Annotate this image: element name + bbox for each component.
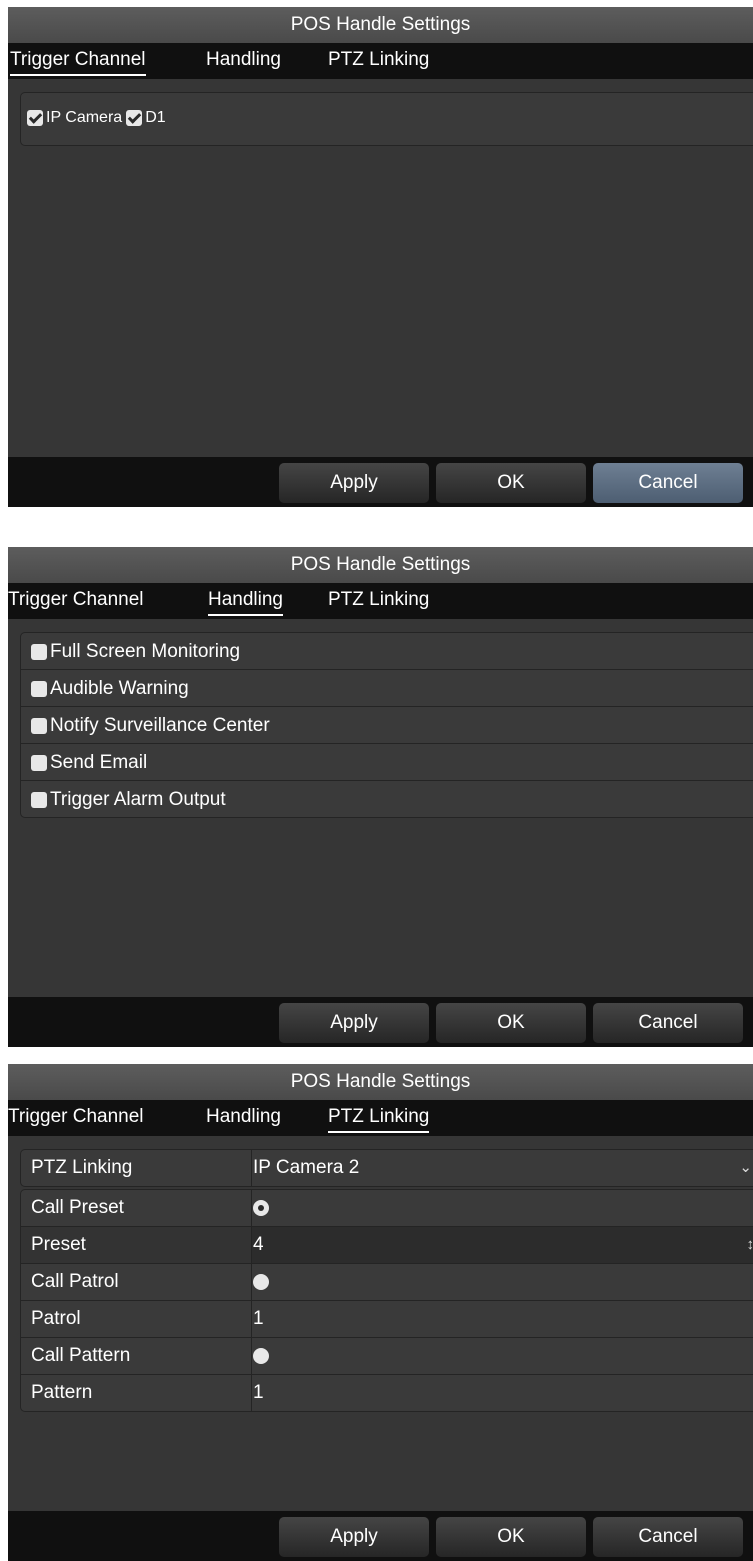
tab-bar: Trigger Channel Handling PTZ Linking bbox=[8, 583, 753, 619]
channel-list: IP Camera D1 bbox=[20, 92, 753, 146]
window-title: POS Handle Settings bbox=[8, 7, 753, 43]
call-preset-radio[interactable] bbox=[253, 1199, 269, 1216]
checkbox-audible-warning[interactable] bbox=[31, 681, 47, 697]
tab-ptz-linking[interactable]: PTZ Linking bbox=[328, 589, 429, 614]
checkbox-send-email[interactable] bbox=[31, 755, 47, 771]
spinner-arrows-icon[interactable]: ↕ bbox=[747, 1227, 753, 1263]
checkbox-trigger-alarm-output[interactable] bbox=[31, 792, 47, 808]
option-label: Send Email bbox=[50, 752, 148, 773]
field-label: Call Pattern bbox=[21, 1338, 252, 1374]
button-bar: Apply OK Cancel bbox=[8, 997, 753, 1047]
list-item: Full Screen Monitoring bbox=[21, 633, 753, 670]
table-row: Preset 4 ↕ bbox=[21, 1227, 753, 1264]
tab-bar: Trigger Channel Handling PTZ Linking bbox=[8, 1100, 753, 1136]
window-title: POS Handle Settings bbox=[8, 1064, 753, 1100]
tab-ptz-linking[interactable]: PTZ Linking bbox=[328, 49, 429, 74]
checkbox-full-screen-monitoring[interactable] bbox=[31, 644, 47, 660]
channel-checkbox-row: IP Camera D1 bbox=[27, 109, 170, 127]
ok-button[interactable]: OK bbox=[436, 1517, 586, 1557]
ok-button[interactable]: OK bbox=[436, 1003, 586, 1043]
apply-button[interactable]: Apply bbox=[279, 1517, 429, 1557]
call-pattern-radio[interactable] bbox=[253, 1347, 269, 1364]
field-value bbox=[253, 1338, 753, 1374]
cancel-button[interactable]: Cancel bbox=[593, 463, 743, 503]
field-label: PTZ Linking bbox=[21, 1150, 252, 1186]
checkbox-label: IP Camera bbox=[46, 109, 123, 126]
option-row: Full Screen Monitoring bbox=[31, 641, 244, 663]
pos-settings-panel-ptz-linking: POS Handle Settings Trigger Channel Hand… bbox=[8, 1064, 753, 1561]
option-row: Send Email bbox=[31, 752, 151, 774]
checkbox-d1[interactable] bbox=[126, 110, 143, 126]
list-item: Trigger Alarm Output bbox=[21, 781, 753, 817]
option-label: Audible Warning bbox=[50, 678, 189, 699]
table-row: Call Pattern bbox=[21, 1338, 753, 1375]
preset-spinner[interactable]: 4 ↕ bbox=[253, 1227, 753, 1263]
table-row: Patrol 1 bbox=[21, 1301, 753, 1338]
field-label: Patrol bbox=[21, 1301, 252, 1337]
apply-button[interactable]: Apply bbox=[279, 463, 429, 503]
option-row: Trigger Alarm Output bbox=[31, 789, 230, 811]
table-row: Pattern 1 bbox=[21, 1375, 753, 1411]
spinner-value: 4 bbox=[253, 1234, 264, 1255]
checkbox-notify-surveillance-center[interactable] bbox=[31, 718, 47, 734]
field-label: Pattern bbox=[21, 1375, 252, 1411]
checkbox-ip-camera[interactable] bbox=[27, 110, 43, 126]
tab-handling[interactable]: Handling bbox=[206, 49, 281, 74]
handling-options-list: Full Screen Monitoring Audible Warning N… bbox=[20, 632, 753, 818]
button-bar: Apply OK Cancel bbox=[8, 1511, 753, 1561]
option-label: Trigger Alarm Output bbox=[50, 789, 226, 810]
option-row: Notify Surveillance Center bbox=[31, 715, 274, 737]
option-row: Audible Warning bbox=[31, 678, 193, 700]
pos-settings-panel-trigger-channel: POS Handle Settings Trigger Channel Hand… bbox=[8, 7, 753, 507]
tab-handling[interactable]: Handling bbox=[206, 1106, 281, 1131]
field-value bbox=[253, 1264, 753, 1300]
table-row: Call Patrol bbox=[21, 1264, 753, 1301]
button-bar: Apply OK Cancel bbox=[8, 457, 753, 507]
table-row: Call Preset bbox=[21, 1190, 753, 1227]
tab-ptz-linking[interactable]: PTZ Linking bbox=[328, 1106, 430, 1133]
ptz-camera-select[interactable]: IP Camera 2 ⌄ bbox=[253, 1150, 753, 1186]
window-title: POS Handle Settings bbox=[8, 547, 753, 583]
cancel-button[interactable]: Cancel bbox=[593, 1517, 743, 1557]
pattern-value[interactable]: 1 bbox=[253, 1375, 753, 1411]
select-value: IP Camera 2 bbox=[253, 1157, 360, 1178]
patrol-value[interactable]: 1 bbox=[253, 1301, 753, 1337]
field-label: Call Patrol bbox=[21, 1264, 252, 1300]
field-label: Call Preset bbox=[21, 1190, 252, 1226]
ptz-settings-table: Call Preset Preset 4 ↕ Call Patrol Patrol… bbox=[20, 1189, 753, 1412]
tab-handling[interactable]: Handling bbox=[208, 589, 283, 616]
field-label: Preset bbox=[21, 1227, 252, 1263]
pos-settings-panel-handling: POS Handle Settings Trigger Channel Hand… bbox=[8, 547, 753, 1047]
ptz-linking-row: PTZ Linking IP Camera 2 ⌄ bbox=[21, 1150, 753, 1186]
list-item: Audible Warning bbox=[21, 670, 753, 707]
field-value bbox=[253, 1190, 753, 1226]
tab-bar: Trigger Channel Handling PTZ Linking bbox=[8, 43, 753, 79]
tab-trigger-channel[interactable]: Trigger Channel bbox=[8, 1106, 144, 1131]
apply-button[interactable]: Apply bbox=[279, 1003, 429, 1043]
ok-button[interactable]: OK bbox=[436, 463, 586, 503]
cancel-button[interactable]: Cancel bbox=[593, 1003, 743, 1043]
tab-trigger-channel[interactable]: Trigger Channel bbox=[8, 589, 144, 614]
call-patrol-radio[interactable] bbox=[253, 1273, 269, 1290]
option-label: Notify Surveillance Center bbox=[50, 715, 270, 736]
ptz-linking-select-box: PTZ Linking IP Camera 2 ⌄ bbox=[20, 1149, 753, 1187]
list-item: Send Email bbox=[21, 744, 753, 781]
tab-trigger-channel[interactable]: Trigger Channel bbox=[10, 49, 146, 76]
chevron-down-icon: ⌄ bbox=[739, 1159, 752, 1176]
checkbox-label: D1 bbox=[145, 109, 166, 126]
list-item: Notify Surveillance Center bbox=[21, 707, 753, 744]
option-label: Full Screen Monitoring bbox=[50, 641, 241, 662]
